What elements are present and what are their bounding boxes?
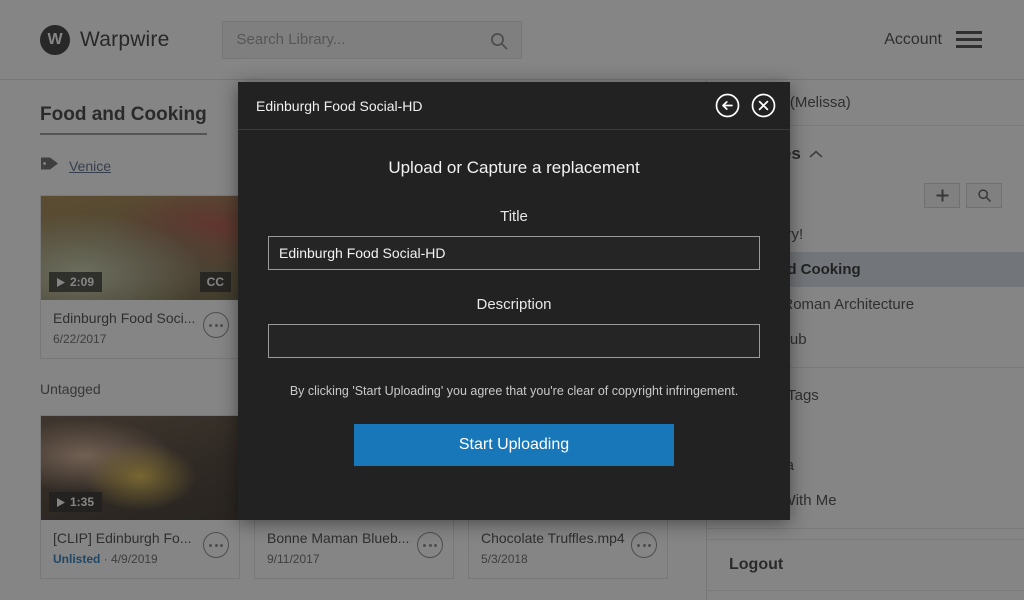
start-uploading-button[interactable]: Start Uploading (354, 424, 674, 466)
modal-header-actions (715, 93, 776, 118)
back-arrow-circle-icon[interactable] (715, 93, 740, 118)
modal-body: Upload or Capture a replacement Title De… (238, 130, 790, 466)
description-input[interactable] (268, 324, 760, 358)
title-input[interactable] (268, 236, 760, 270)
description-field-group: Description (268, 296, 760, 358)
close-circle-icon[interactable] (751, 93, 776, 118)
screen: W Warpwire Account Fo (0, 0, 1024, 600)
description-field-label: Description (476, 296, 552, 313)
modal-header: Edinburgh Food Social-HD (238, 82, 790, 130)
copyright-disclaimer: By clicking 'Start Uploading' you agree … (289, 384, 739, 398)
title-field-label: Title (500, 208, 528, 225)
title-field-group: Title (268, 208, 760, 270)
modal-heading: Upload or Capture a replacement (388, 158, 640, 177)
upload-replacement-modal: Edinburgh Food Social-HD Upload or Captu… (238, 82, 790, 520)
modal-title: Edinburgh Food Social-HD (256, 97, 423, 114)
